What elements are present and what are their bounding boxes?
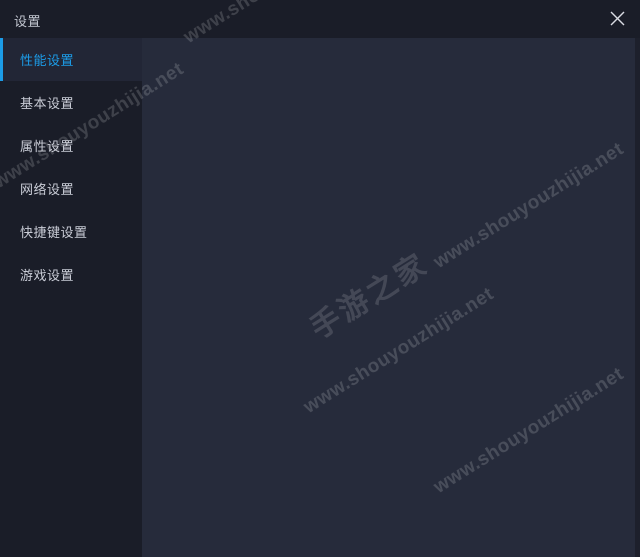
panel-right-edge bbox=[635, 31, 640, 557]
settings-window: 设置 性能设置 基本设置 属性设置 网络设置 快捷键设置 游戏设置 分辨率： bbox=[0, 0, 640, 557]
sidebar-item-label: 快捷键设置 bbox=[20, 225, 88, 240]
window-title: 设置 bbox=[14, 14, 42, 29]
close-icon bbox=[610, 11, 624, 26]
sidebar-item-network[interactable]: 网络设置 bbox=[0, 167, 142, 210]
main-panel bbox=[142, 31, 635, 557]
sidebar-item-basic[interactable]: 基本设置 bbox=[0, 81, 142, 124]
sidebar-item-label: 游戏设置 bbox=[20, 268, 75, 283]
sidebar-item-label: 性能设置 bbox=[20, 53, 75, 68]
sidebar: 性能设置 基本设置 属性设置 网络设置 快捷键设置 游戏设置 bbox=[0, 38, 142, 557]
sidebar-item-label: 基本设置 bbox=[20, 96, 75, 111]
title-bar: 设置 bbox=[0, 0, 640, 38]
sidebar-item-label: 属性设置 bbox=[20, 139, 75, 154]
sidebar-item-performance[interactable]: 性能设置 bbox=[0, 38, 142, 81]
sidebar-item-label: 网络设置 bbox=[20, 182, 75, 197]
close-button[interactable] bbox=[602, 4, 632, 34]
sidebar-item-hotkeys[interactable]: 快捷键设置 bbox=[0, 210, 142, 253]
sidebar-item-game[interactable]: 游戏设置 bbox=[0, 253, 142, 296]
sidebar-item-properties[interactable]: 属性设置 bbox=[0, 124, 142, 167]
